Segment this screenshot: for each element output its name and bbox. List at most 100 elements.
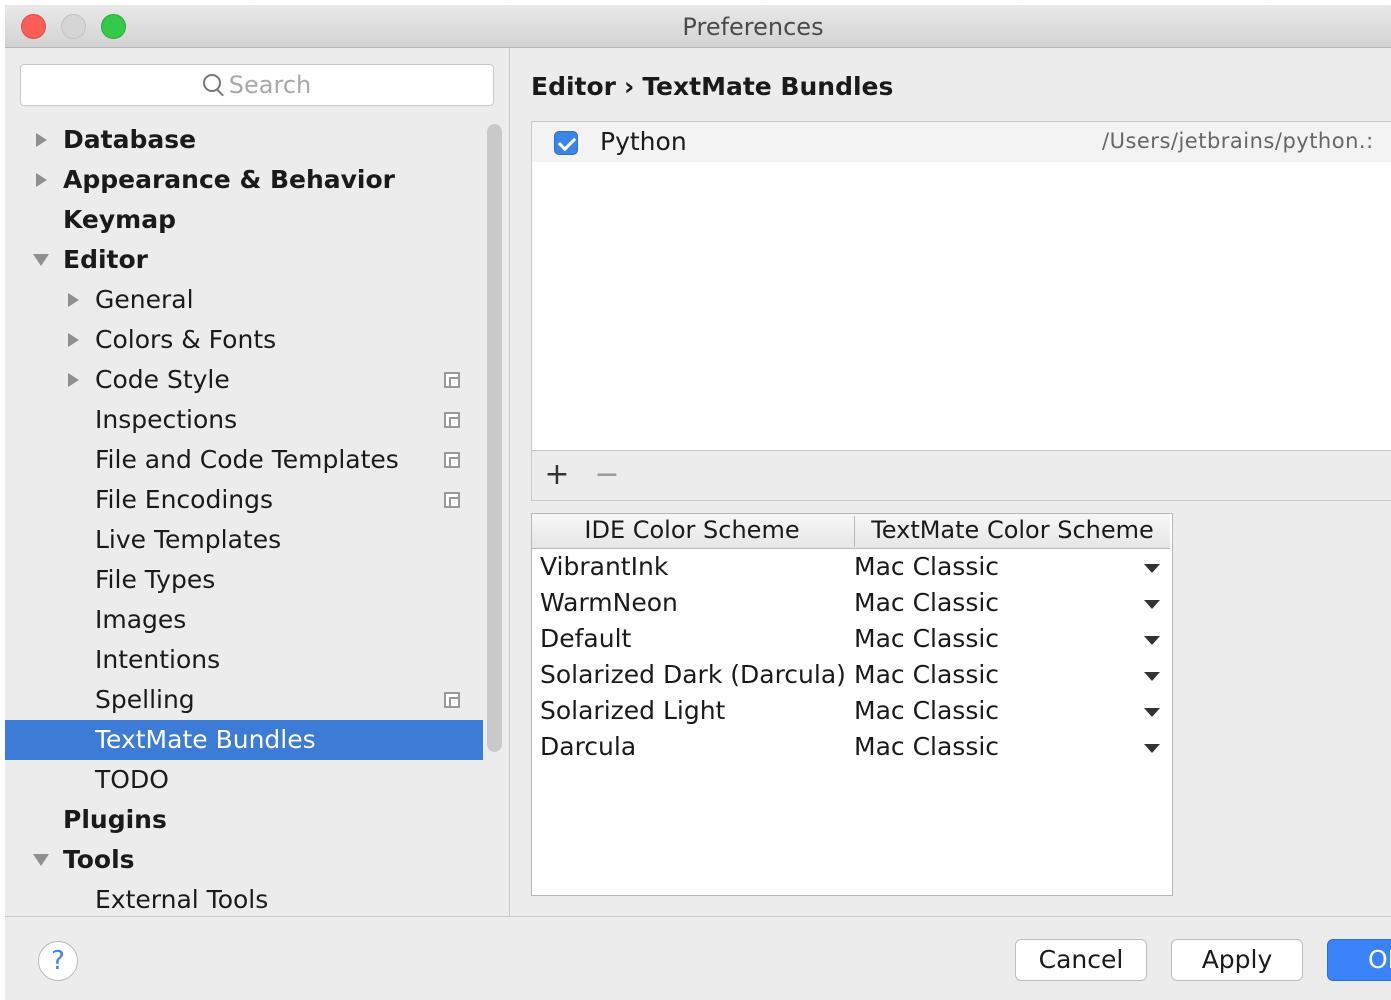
color-scheme-table: IDE Color Scheme TextMate Color Scheme V… (531, 513, 1173, 896)
table-row[interactable]: Solarized Dark (Darcula) Mac Classic (532, 658, 1170, 694)
collapsed-arrow-icon[interactable] (68, 333, 79, 347)
tree-item-label: Inspections (95, 405, 238, 434)
tree-item-label: TODO (95, 765, 169, 794)
textmate-scheme-select[interactable]: Mac Classic (854, 624, 999, 653)
tree-item-label: External Tools (95, 885, 269, 914)
tree-item-appearance-behavior[interactable]: Appearance & Behavior (5, 160, 483, 200)
table-row[interactable]: VibrantInk Mac Classic (532, 550, 1170, 586)
project-level-icon (444, 452, 460, 468)
table-row[interactable]: Default Mac Classic (532, 622, 1170, 658)
project-level-icon (444, 692, 460, 708)
breadcrumb-separator: › (624, 72, 635, 101)
tree-item-spelling[interactable]: Spelling (5, 680, 483, 720)
sidebar-scrollbar[interactable] (487, 124, 502, 752)
tree-item-intentions[interactable]: Intentions (5, 640, 483, 680)
tree-item-external-tools[interactable]: External Tools (5, 880, 483, 920)
chevron-down-icon[interactable] (1144, 708, 1160, 717)
table-row[interactable]: WarmNeon Mac Classic (532, 586, 1170, 622)
tree-item-file-types[interactable]: File Types (5, 560, 483, 600)
search-field[interactable]: Search (20, 64, 494, 106)
tree-item-plugins[interactable]: Plugins (5, 800, 483, 840)
settings-content: Editor › TextMate Bundles Python /Users/je… (511, 48, 1391, 916)
column-header-textmate-scheme[interactable]: TextMate Color Scheme (854, 516, 1170, 547)
tree-item-label: Tools (63, 845, 135, 874)
bundles-list: Python /Users/jetbrains/python.: (531, 121, 1391, 451)
tree-item-todo[interactable]: TODO (5, 760, 483, 800)
tree-item-label: Editor (63, 245, 148, 274)
textmate-scheme-select[interactable]: Mac Classic (854, 660, 999, 689)
expanded-arrow-icon[interactable] (33, 254, 49, 266)
tree-item-colors-fonts[interactable]: Colors & Fonts (5, 320, 483, 360)
chevron-down-icon[interactable] (1144, 600, 1160, 609)
tree-item-label: Live Templates (95, 525, 282, 554)
apply-button[interactable]: Apply (1171, 939, 1303, 981)
ide-scheme-cell: Default (540, 624, 632, 653)
settings-sidebar: Search Database Appearance & Behavior Keym… (5, 48, 510, 916)
collapsed-arrow-icon[interactable] (36, 133, 47, 147)
textmate-scheme-select[interactable]: Mac Classic (854, 696, 999, 725)
bundle-name: Python (600, 127, 687, 156)
project-level-icon (444, 372, 460, 388)
tree-item-label: File Encodings (95, 485, 274, 514)
tree-item-keymap[interactable]: Keymap (5, 200, 483, 240)
textmate-scheme-select[interactable]: Mac Classic (854, 588, 999, 617)
collapsed-arrow-icon[interactable] (36, 173, 47, 187)
tree-item-database[interactable]: Database (5, 120, 483, 160)
tree-item-file-and-code-templates[interactable]: File and Code Templates (5, 440, 483, 480)
bundles-toolbar: + − (531, 451, 1391, 501)
tree-item-label: Keymap (63, 205, 177, 234)
tree-item-file-encodings[interactable]: File Encodings (5, 480, 483, 520)
chevron-down-icon[interactable] (1144, 564, 1160, 573)
dialog-footer: ? Cancel Apply OK (5, 916, 1391, 1000)
project-level-icon (444, 412, 460, 428)
textmate-scheme-select[interactable]: Mac Classic (854, 732, 999, 761)
collapsed-arrow-icon[interactable] (68, 293, 79, 307)
bundle-row[interactable]: Python /Users/jetbrains/python.: (532, 122, 1391, 162)
help-button[interactable]: ? (38, 941, 78, 981)
tree-item-label: Images (95, 605, 187, 634)
tree-item-label: Code Style (95, 365, 230, 394)
remove-bundle-button[interactable]: − (590, 457, 624, 492)
breadcrumb-parent: Editor (531, 72, 616, 101)
ide-scheme-cell: Darcula (540, 732, 637, 761)
breadcrumb: Editor › TextMate Bundles (531, 72, 893, 101)
table-header: IDE Color Scheme TextMate Color Scheme (532, 514, 1170, 549)
tree-item-label: Spelling (95, 685, 195, 714)
tree-item-label: Plugins (63, 805, 167, 834)
cancel-button[interactable]: Cancel (1015, 939, 1147, 981)
ide-scheme-cell: Solarized Light (540, 696, 726, 725)
bundle-path: /Users/jetbrains/python.: (1102, 129, 1374, 153)
tree-item-images[interactable]: Images (5, 600, 483, 640)
collapsed-arrow-icon[interactable] (68, 373, 79, 387)
expanded-arrow-icon[interactable] (33, 854, 49, 866)
tree-item-live-templates[interactable]: Live Templates (5, 520, 483, 560)
tree-item-label: File Types (95, 565, 216, 594)
tree-item-tools[interactable]: Tools (5, 840, 483, 880)
tree-item-label: Colors & Fonts (95, 325, 277, 354)
tree-item-label: TextMate Bundles (95, 725, 316, 754)
tree-item-inspections[interactable]: Inspections (5, 400, 483, 440)
search-placeholder: Search (228, 71, 312, 99)
tree-item-textmate-bundles[interactable]: TextMate Bundles (5, 720, 483, 760)
ok-button[interactable]: OK (1327, 939, 1391, 981)
breadcrumb-current: TextMate Bundles (642, 72, 894, 101)
table-row[interactable]: Solarized Light Mac Classic (532, 694, 1170, 730)
search-icon (202, 74, 221, 92)
tree-item-general[interactable]: General (5, 280, 483, 320)
add-bundle-button[interactable]: + (540, 457, 574, 492)
column-header-ide-scheme[interactable]: IDE Color Scheme (532, 516, 852, 544)
textmate-scheme-select[interactable]: Mac Classic (854, 552, 999, 581)
ide-scheme-cell: WarmNeon (540, 588, 678, 617)
ide-scheme-cell: Solarized Dark (Darcula) (540, 660, 846, 689)
window-title: Preferences (682, 13, 824, 41)
tree-item-code-style[interactable]: Code Style (5, 360, 483, 400)
tree-item-label: Database (63, 125, 197, 154)
tree-item-editor[interactable]: Editor (5, 240, 483, 280)
chevron-down-icon[interactable] (1144, 672, 1160, 681)
chevron-down-icon[interactable] (1144, 636, 1160, 645)
tree-item-label: Appearance & Behavior (63, 165, 395, 194)
chevron-down-icon[interactable] (1144, 744, 1160, 753)
bundle-enabled-checkbox[interactable] (554, 131, 578, 155)
table-row[interactable]: Darcula Mac Classic (532, 730, 1170, 766)
tree-item-label: Intentions (95, 645, 221, 674)
